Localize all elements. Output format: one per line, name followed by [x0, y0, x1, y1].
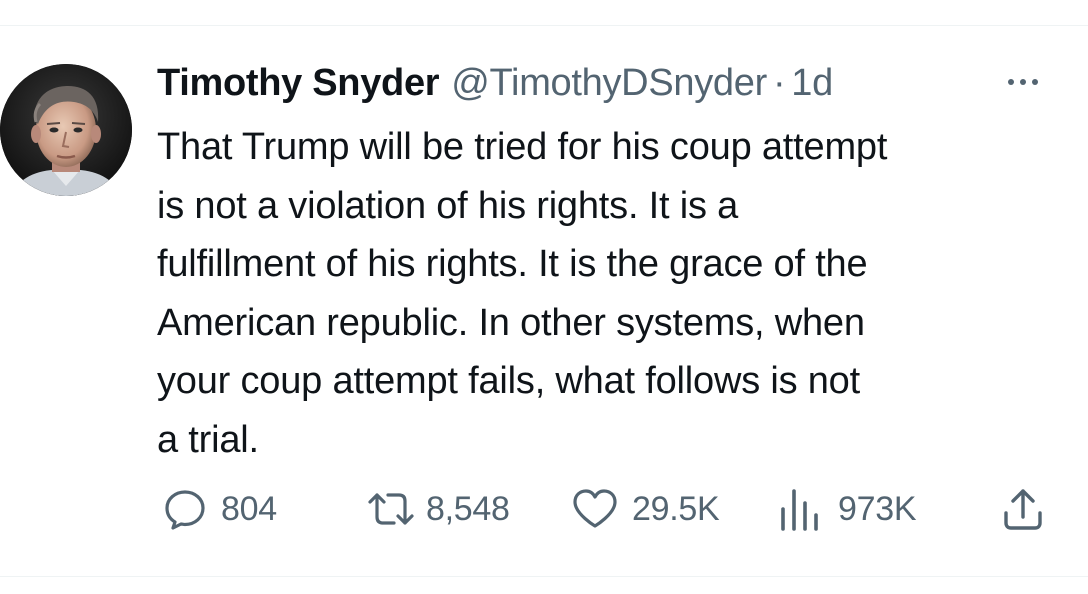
more-options-icon	[1008, 79, 1014, 85]
tweet-text-line: American republic. In other systems, whe…	[157, 301, 865, 344]
repost-icon	[368, 493, 414, 525]
share-icon	[1004, 489, 1042, 530]
more-options-button[interactable]	[998, 70, 1048, 94]
author-name[interactable]: Timothy Snyder	[157, 62, 440, 105]
more-options-dot	[1020, 79, 1026, 85]
bottom-divider	[0, 576, 1088, 577]
author-handle[interactable]: @TimothyDSnyder	[451, 62, 767, 105]
tweet-actions-bar: 804 8,548 29.5K 973K	[0, 481, 1088, 537]
more-options-dot	[1032, 79, 1038, 85]
tweet-header: Timothy Snyder @TimothyDSnyder · 1d	[157, 62, 833, 110]
like-button[interactable]: 29.5K	[570, 481, 720, 537]
reply-icon	[165, 490, 205, 530]
reply-button[interactable]: 804	[161, 481, 277, 537]
share-button[interactable]	[1000, 481, 1046, 537]
tweet-text-line: is not a violation of his rights. It is …	[157, 184, 739, 227]
avatar[interactable]	[0, 64, 132, 196]
tweet-text-line: fulfillment of his rights. It is the gra…	[157, 243, 868, 286]
heart-icon	[573, 489, 617, 528]
tweet-card[interactable]: Timothy Snyder @TimothyDSnyder · 1d That…	[0, 26, 1088, 576]
views-count: 973K	[838, 489, 917, 528]
tweet-text-line: a trial.	[157, 418, 259, 461]
tweet-text-line: That Trump will be tried for his coup at…	[157, 126, 888, 168]
repost-count: 8,548	[426, 489, 510, 528]
views-button[interactable]: 973K	[778, 481, 917, 537]
tweet-text-line: your coup attempt fails, what follows is…	[157, 360, 860, 403]
avatar-portrait-image	[0, 64, 132, 196]
tweet-text: That Trump will be tried for his coup at…	[157, 118, 1057, 470]
header-separator: ·	[772, 62, 786, 104]
like-count: 29.5K	[632, 489, 720, 528]
reply-count: 804	[221, 489, 277, 528]
timestamp[interactable]: 1d	[791, 62, 833, 105]
repost-button[interactable]: 8,548	[366, 481, 510, 537]
views-chart-icon	[781, 489, 818, 531]
